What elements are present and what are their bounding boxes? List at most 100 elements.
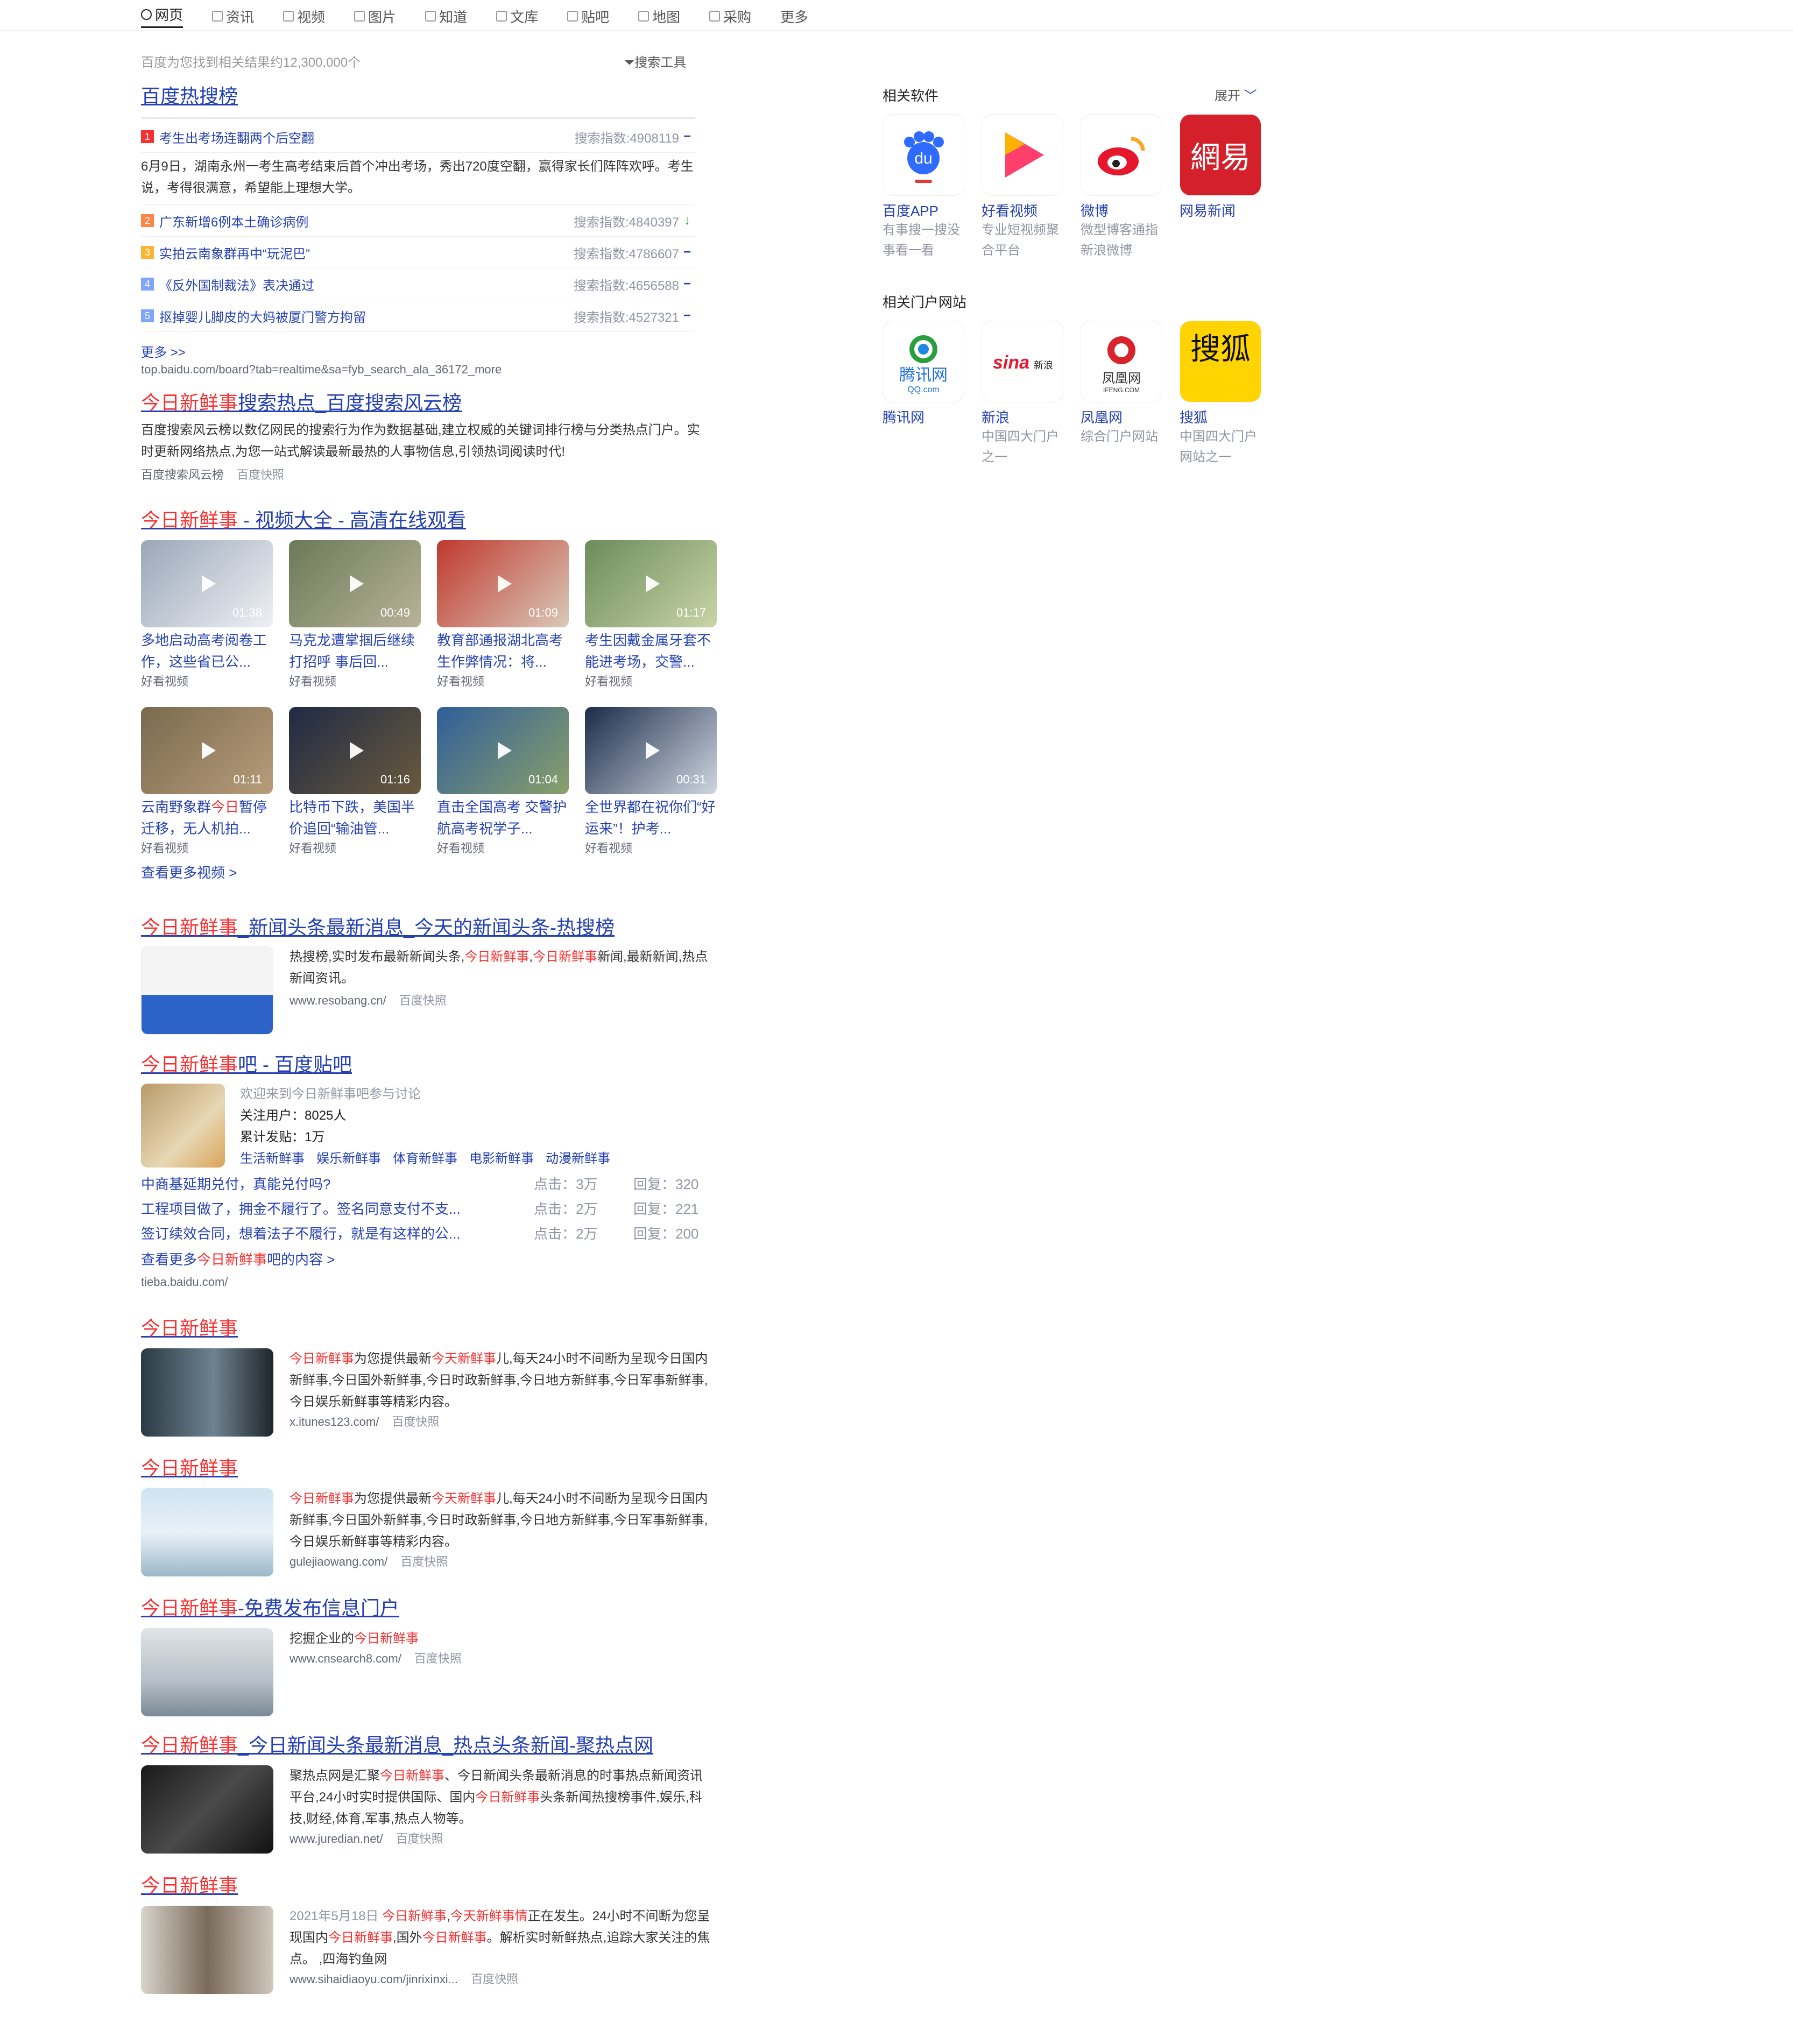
tab-2[interactable]: 视频: [283, 6, 325, 26]
video-card[interactable]: 01:11 云南野象群今日暂停迁移，无人机拍... 好看视频: [141, 707, 273, 858]
video-card[interactable]: 01:04 直击全国高考 交警护航高考祝学子... 好看视频: [437, 707, 569, 858]
hot-item[interactable]: 4 《反外国制裁法》表决通过 搜索指数:4656588−: [141, 268, 695, 300]
video-thumbnail[interactable]: 01:17: [585, 540, 717, 627]
app-card-baidu-app[interactable]: du 百度APP 有事搜一搜没 事看一看: [883, 114, 964, 261]
video-thumbnail[interactable]: 00:49: [289, 540, 421, 627]
tieba-thread[interactable]: 工程项目做了，拥金不履行了。签名同意支付不支... 点击：2万 回复：221: [141, 1197, 722, 1221]
video-card[interactable]: 01:09 教育部通报湖北高考生作弊情况：将... 好看视频: [437, 540, 569, 691]
video-card[interactable]: 01:16 比特币下跌，美国半价追回“输油管... 好看视频: [289, 707, 421, 858]
tab-1[interactable]: 资讯: [212, 6, 254, 26]
snapshot-link[interactable]: 百度快照: [399, 994, 447, 1007]
app-name[interactable]: 百度APP: [883, 200, 964, 220]
result-title[interactable]: 今日新鲜事: [141, 1870, 722, 1898]
tab-5[interactable]: 文库: [496, 6, 538, 26]
app-name[interactable]: 搜狐: [1180, 407, 1261, 427]
result-thumbnail[interactable]: [141, 1906, 273, 1994]
video-thumbnail[interactable]: 01:04: [437, 707, 569, 794]
result-title[interactable]: 今日新鲜事_今日新闻头条最新消息_热点头条新闻-聚热点网: [141, 1730, 722, 1758]
expand-button[interactable]: 展开 ﹀: [1215, 85, 1257, 104]
video-title[interactable]: 教育部通报湖北高考生作弊情况：将...: [437, 630, 569, 673]
video-thumbnail[interactable]: 01:16: [289, 707, 421, 794]
tieba-avatar[interactable]: [141, 1084, 225, 1168]
result-thumbnail[interactable]: [141, 1348, 273, 1437]
tab-6[interactable]: 贴吧: [567, 6, 609, 26]
tab-4[interactable]: 知道: [425, 6, 467, 26]
app-card-tencent[interactable]: 腾讯网 QQ.com 腾讯网: [883, 321, 964, 468]
video-card[interactable]: 01:38 多地启动高考阅卷工作，这些省已公... 好看视频: [141, 540, 273, 691]
video-title[interactable]: 多地启动高考阅卷工作，这些省已公...: [141, 630, 273, 673]
app-card-haokan-video[interactable]: 好看视频 专业短视频聚 合平台: [982, 114, 1063, 261]
tieba-tag[interactable]: 体育新鲜事: [393, 1151, 457, 1166]
sohu-icon[interactable]: 搜狐: [1180, 321, 1261, 402]
snapshot-link[interactable]: 百度快照: [237, 468, 284, 482]
snapshot-link[interactable]: 百度快照: [400, 1555, 448, 1568]
video-thumbnail[interactable]: 01:38: [141, 540, 273, 627]
hot-item[interactable]: 5 抠掉婴儿脚皮的大妈被厦门警方拘留 搜索指数:4527321−: [141, 300, 695, 332]
tieba-thread[interactable]: 签订续效合同，想着法子不履行，就是有这样的公... 点击：2万 回复：200: [141, 1221, 722, 1246]
app-name[interactable]: 好看视频: [982, 200, 1063, 220]
search-tools-button[interactable]: ⏷搜索工具: [624, 52, 686, 70]
app-card-weibo[interactable]: 微博 微型博客通指 新浪微博: [1081, 114, 1162, 261]
tieba-title[interactable]: 今日新鲜事吧 - 百度贴吧: [141, 1049, 722, 1077]
tab-0[interactable]: 网页: [141, 4, 183, 28]
result-thumbnail[interactable]: [141, 946, 273, 1035]
hot-item[interactable]: 3 实拍云南象群再中“玩泥巴” 搜索指数:4786607−: [141, 237, 695, 268]
result-thumbnail[interactable]: [141, 1628, 273, 1716]
tieba-thread[interactable]: 中商基延期兑付，真能兑付吗? 点击：3万 回复：320: [141, 1172, 722, 1197]
tencent-icon[interactable]: 腾讯网 QQ.com: [883, 321, 964, 402]
result-title[interactable]: 今日新鲜事: [141, 1453, 722, 1481]
tieba-more-link[interactable]: 查看更多今日新鲜事吧的内容 >: [141, 1246, 722, 1273]
tab-3[interactable]: 图片: [354, 6, 396, 26]
result-thumbnail[interactable]: [141, 1488, 273, 1576]
tab-9[interactable]: 更多: [780, 6, 808, 26]
result-title[interactable]: 今日新鲜事搜索热点_百度搜索风云榜: [141, 387, 722, 415]
more-videos-link[interactable]: 查看更多视频 >: [141, 862, 722, 882]
video-result-title[interactable]: 今日新鲜事 - 视频大全 - 高清在线观看: [141, 505, 722, 533]
snapshot-link[interactable]: 百度快照: [471, 1972, 518, 1986]
video-thumbnail[interactable]: 01:11: [141, 707, 273, 794]
snapshot-link[interactable]: 百度快照: [414, 1652, 462, 1665]
netease-news-icon[interactable]: 網易: [1180, 114, 1261, 196]
app-name[interactable]: 网易新闻: [1180, 200, 1261, 220]
snapshot-link[interactable]: 百度快照: [396, 1832, 443, 1845]
result-title[interactable]: 今日新鲜事_新闻头条最新消息_今天的新闻头条-热搜榜: [141, 912, 722, 940]
hot-item[interactable]: 2 广东新增6例本土确诊病例 搜索指数:4840397 ↓: [141, 205, 695, 237]
result-title[interactable]: 今日新鲜事: [141, 1313, 722, 1341]
video-title[interactable]: 直击全国高考 交警护航高考祝学子...: [437, 796, 569, 839]
tieba-tag[interactable]: 动漫新鲜事: [546, 1151, 610, 1166]
app-name[interactable]: 新浪: [982, 407, 1063, 427]
tab-7[interactable]: 地图: [638, 6, 680, 26]
weibo-icon[interactable]: [1081, 114, 1162, 196]
app-name[interactable]: 微博: [1081, 200, 1162, 220]
video-title[interactable]: 全世界都在祝你们“好运来”！护考...: [585, 796, 717, 839]
baidu-app-icon[interactable]: du: [883, 114, 964, 196]
hot-more-link[interactable]: 更多 >>: [141, 342, 722, 360]
hot-item[interactable]: 1 考生出考场连翻两个后空翻 搜索指数:4908119−: [141, 121, 695, 153]
video-thumbnail[interactable]: 00:31: [585, 707, 717, 794]
video-card[interactable]: 00:49 马克龙遭掌掴后继续打招呼 事后回... 好看视频: [289, 540, 421, 691]
video-title[interactable]: 云南野象群今日暂停迁移，无人机拍...: [141, 796, 273, 839]
tab-8[interactable]: 采购: [709, 6, 751, 26]
hot-title[interactable]: 百度热搜榜: [141, 81, 722, 109]
result-title[interactable]: 今日新鲜事-免费发布信息门户: [141, 1593, 722, 1621]
snapshot-link[interactable]: 百度快照: [392, 1415, 439, 1428]
video-thumbnail[interactable]: 01:09: [437, 540, 569, 627]
app-card-sohu[interactable]: 搜狐 搜狐 中国四大门户 网站之一: [1180, 321, 1261, 468]
tieba-tag[interactable]: 娱乐新鲜事: [316, 1151, 381, 1166]
app-card-ifeng[interactable]: 凤凰网 IFENG.COM 凤凰网 综合门户网站: [1081, 321, 1162, 468]
tieba-tag[interactable]: 电影新鲜事: [469, 1151, 534, 1166]
tieba-tag[interactable]: 生活新鲜事: [240, 1151, 305, 1166]
haokan-video-icon[interactable]: [982, 114, 1063, 196]
app-name[interactable]: 腾讯网: [883, 407, 964, 427]
app-card-sina[interactable]: sina 新浪 新浪 中国四大门户 之一: [982, 321, 1063, 468]
video-card[interactable]: 01:17 考生因戴金属牙套不能进考场，交警... 好看视频: [585, 540, 717, 691]
video-title[interactable]: 考生因戴金属牙套不能进考场，交警...: [585, 630, 717, 673]
video-card[interactable]: 00:31 全世界都在祝你们“好运来”！护考... 好看视频: [585, 707, 717, 858]
sina-icon[interactable]: sina 新浪: [982, 321, 1063, 402]
app-name[interactable]: 凤凰网: [1081, 407, 1162, 427]
ifeng-icon[interactable]: 凤凰网 IFENG.COM: [1081, 321, 1162, 402]
video-title[interactable]: 马克龙遭掌掴后继续打招呼 事后回...: [289, 630, 421, 673]
video-title[interactable]: 比特币下跌，美国半价追回“输油管...: [289, 796, 421, 839]
app-card-netease-news[interactable]: 網易 网易新闻: [1180, 114, 1261, 261]
result-thumbnail[interactable]: [141, 1765, 273, 1854]
